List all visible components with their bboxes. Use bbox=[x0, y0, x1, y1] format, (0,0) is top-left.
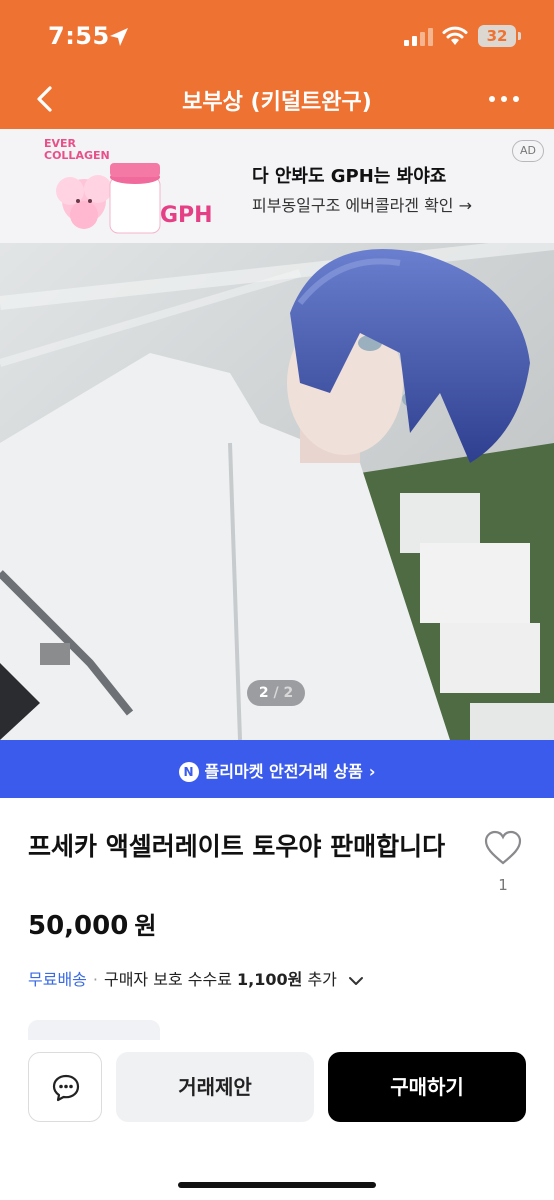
product-title: 프세카 액셀러레이트 토우야 판매합니다 bbox=[28, 832, 446, 861]
cosplay-photo-image bbox=[0, 243, 554, 740]
fee-suffix: 추가 bbox=[307, 970, 337, 989]
fee-amount: 1,100원 bbox=[237, 970, 303, 989]
ad-subtitle: 피부동일구조 에버콜라겐 확인 → bbox=[252, 196, 473, 215]
wifi-icon bbox=[442, 26, 468, 45]
home-indicator bbox=[178, 1182, 376, 1188]
price-currency: 원 bbox=[134, 912, 157, 940]
cellular-signal-icon bbox=[404, 28, 433, 46]
nav-bar: 보부상 (키덜트완구) bbox=[0, 70, 554, 129]
chevron-right-icon: › bbox=[368, 762, 376, 781]
battery-indicator: 32 bbox=[478, 25, 516, 47]
heart-icon[interactable] bbox=[484, 830, 522, 866]
price-value: 50,000 bbox=[28, 911, 129, 941]
chevron-down-icon[interactable] bbox=[348, 975, 364, 987]
app-header: 7:55 32 보부상 (키덜트완구) bbox=[0, 0, 554, 129]
ad-badge: AD bbox=[512, 140, 544, 162]
ad-brand-logo: EVER COLLAGEN bbox=[44, 138, 110, 162]
separator-dot: · bbox=[92, 970, 98, 989]
chat-button[interactable] bbox=[28, 1052, 102, 1122]
pager-total: 2 bbox=[283, 685, 294, 701]
shipping-row[interactable]: 무료배송 · 구매자 보호 수수료 1,100원 추가 bbox=[28, 966, 528, 990]
chat-bubble-icon bbox=[52, 1074, 80, 1102]
safe-trade-banner[interactable]: N 플리마켓 안전거래 상품 › bbox=[0, 740, 554, 798]
safe-trade-label: 플리마켓 안전거래 상품 bbox=[204, 762, 363, 781]
like-count: 1 bbox=[498, 876, 508, 894]
free-shipping-label: 무료배송 bbox=[28, 970, 87, 989]
status-time: 7:55 bbox=[48, 22, 110, 50]
price-row: 50,000 원 bbox=[28, 906, 156, 941]
product-page: 7:55 32 보부상 (키덜트완구) EVER COLLAGEN GPH 다 … bbox=[0, 0, 554, 1200]
pager-current: 2 bbox=[258, 685, 269, 701]
more-options-icon[interactable] bbox=[486, 84, 522, 114]
battery-cap bbox=[518, 32, 521, 40]
buy-button[interactable]: 구매하기 bbox=[328, 1052, 526, 1122]
ad-banner[interactable]: EVER COLLAGEN GPH 다 안봐도 GPH는 봐야죠 피부동일구조 … bbox=[0, 129, 554, 243]
shop-title: 보부상 (키덜트완구) bbox=[182, 90, 372, 115]
photo-pager: 2 / 2 bbox=[247, 680, 305, 706]
ad-brand-line2: COLLAGEN bbox=[44, 149, 110, 162]
status-bar: 7:55 32 bbox=[0, 0, 554, 70]
pager-separator: / bbox=[273, 685, 279, 701]
location-arrow-icon bbox=[110, 28, 128, 46]
safe-trade-content: N 플리마켓 안전거래 상품 › bbox=[0, 758, 554, 782]
ad-product-text: GPH bbox=[160, 203, 213, 228]
price-offer-button[interactable]: 거래제안 bbox=[116, 1052, 314, 1122]
ad-title: 다 안봐도 GPH는 봐야죠 bbox=[252, 166, 447, 187]
fee-label: 구매자 보호 수수료 bbox=[103, 970, 232, 989]
product-photo[interactable]: 2 / 2 bbox=[0, 243, 554, 740]
bottom-action-bar: 거래제안 구매하기 bbox=[0, 1040, 554, 1200]
n-logo-icon: N bbox=[178, 762, 199, 782]
